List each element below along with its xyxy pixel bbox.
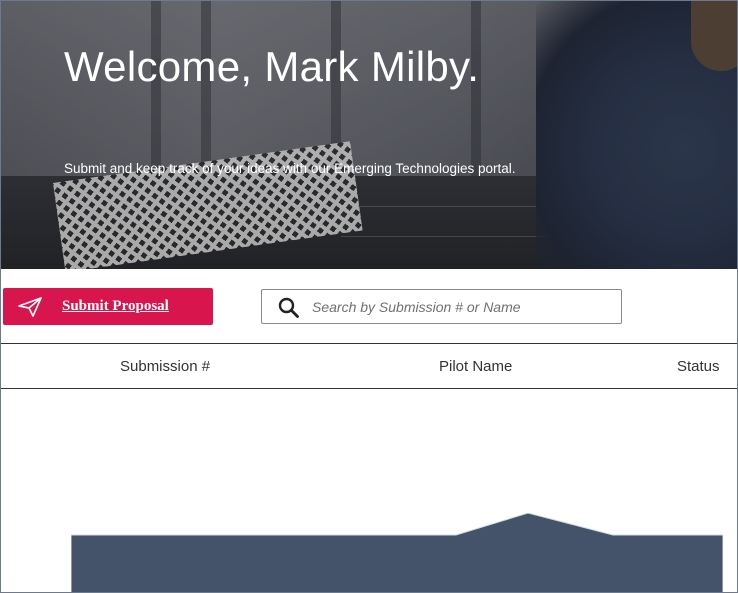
welcome-heading: Welcome, Mark Milby. xyxy=(64,43,480,90)
search-icon xyxy=(278,297,299,318)
column-header-status[interactable]: Status xyxy=(677,358,720,375)
column-header-pilot-name[interactable]: Pilot Name xyxy=(439,358,512,375)
submit-proposal-button[interactable]: Submit Proposal xyxy=(3,288,213,325)
welcome-subtitle: Submit and keep track of your ideas with… xyxy=(64,161,516,176)
table-header: Submission # Pilot Name Status xyxy=(1,343,737,389)
portal-frame: Welcome, Mark Milby. Submit and keep tra… xyxy=(0,0,738,593)
paper-plane-icon xyxy=(18,297,42,317)
search-box[interactable] xyxy=(261,289,622,324)
submit-proposal-label: Submit Proposal xyxy=(62,298,169,314)
search-input[interactable] xyxy=(312,295,612,319)
column-header-submission[interactable]: Submission # xyxy=(120,358,210,375)
bottom-panel xyxy=(71,513,723,592)
hero-banner: Welcome, Mark Milby. Submit and keep tra… xyxy=(1,1,737,269)
